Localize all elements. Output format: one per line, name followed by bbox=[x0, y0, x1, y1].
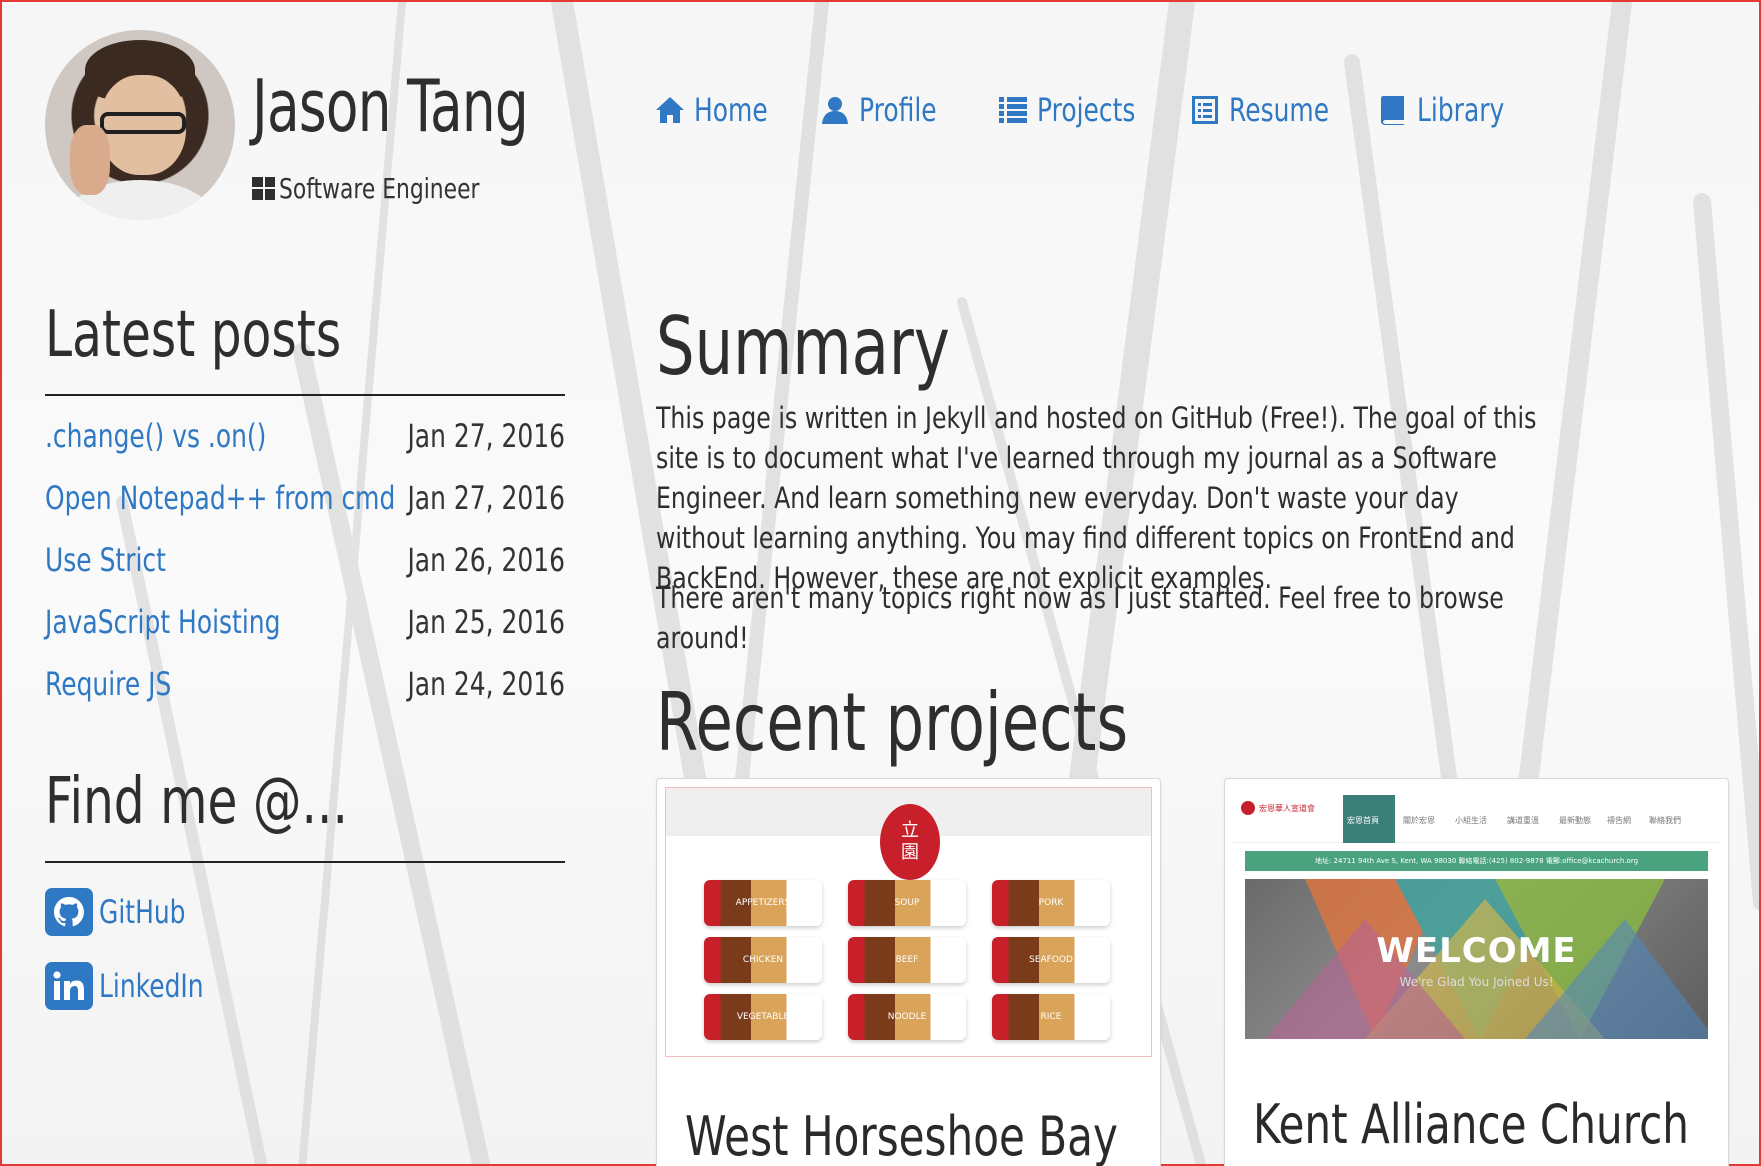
menu-tile: SOUP bbox=[848, 880, 966, 926]
post-link[interactable]: .change() vs .on() bbox=[45, 417, 266, 455]
linkedin-icon bbox=[45, 962, 93, 1010]
menu-tile: APPETIZERS bbox=[704, 880, 822, 926]
project-thumbnail: 立 園 APPETIZERS SOUP PORK CHICKEN BEEF SE… bbox=[665, 787, 1152, 1057]
list-item: JavaScript Hoisting Jan 25, 2016 bbox=[45, 603, 565, 647]
menu-tile: NOODLE bbox=[848, 994, 966, 1040]
linkedin-label: LinkedIn bbox=[99, 967, 204, 1005]
restaurant-logo: 立 園 bbox=[880, 804, 940, 880]
linkedin-link[interactable]: LinkedIn bbox=[45, 962, 233, 1010]
post-link[interactable]: Open Notepad++ from cmd bbox=[45, 479, 395, 517]
thumbnail-hero-subtitle: We're Glad You Joined Us! bbox=[1399, 975, 1554, 989]
post-link[interactable]: JavaScript Hoisting bbox=[45, 603, 280, 641]
list-item: Use Strict Jan 26, 2016 bbox=[45, 541, 565, 585]
nav-profile[interactable]: Profile bbox=[820, 88, 959, 132]
menu-tile: VEGETABLE bbox=[704, 994, 822, 1040]
role-text: Software Engineer bbox=[279, 171, 480, 205]
list-item: .change() vs .on() Jan 27, 2016 bbox=[45, 417, 565, 461]
role-line: Software Engineer bbox=[252, 171, 536, 205]
windows-icon bbox=[252, 176, 275, 200]
nav-profile-label: Profile bbox=[859, 91, 937, 129]
nav-library-label: Library bbox=[1417, 91, 1505, 129]
avatar bbox=[45, 30, 235, 220]
thumbnail-address-bar: 地址: 24711 94th Ave S, Kent, WA 98030 聯絡電… bbox=[1245, 851, 1708, 871]
post-date: Jan 25, 2016 bbox=[407, 603, 565, 641]
nav-resume[interactable]: Resume bbox=[1190, 88, 1357, 132]
github-label: GitHub bbox=[99, 893, 186, 931]
find-me-heading: Find me @... bbox=[45, 765, 348, 839]
nav-home-label: Home bbox=[694, 91, 768, 129]
thumbnail-hero: WELCOME We're Glad You Joined Us! bbox=[1245, 879, 1708, 1039]
post-date: Jan 24, 2016 bbox=[407, 665, 565, 703]
thumbnail-nav: 宏恩華人宣道會 宏恩首頁 關於宏恩 小組生活 講道重溫 最新動態 禱告網 聯絡我… bbox=[1233, 787, 1720, 843]
nav-resume-label: Resume bbox=[1229, 91, 1330, 129]
latest-posts-heading: Latest posts bbox=[45, 298, 342, 372]
divider bbox=[45, 394, 565, 396]
post-link[interactable]: Use Strict bbox=[45, 541, 166, 579]
github-link[interactable]: GitHub bbox=[45, 888, 210, 936]
thumbnail-hero-title: WELCOME bbox=[1376, 931, 1577, 971]
nav-projects[interactable]: Projects bbox=[998, 88, 1163, 132]
github-icon bbox=[45, 888, 93, 936]
site-title: Jason Tang bbox=[252, 64, 529, 148]
church-logo-icon bbox=[1241, 801, 1255, 815]
summary-paragraph-2: There aren't many topics right now as I … bbox=[656, 581, 1504, 655]
divider bbox=[45, 861, 565, 863]
post-date: Jan 27, 2016 bbox=[407, 479, 565, 517]
nav-projects-label: Projects bbox=[1037, 91, 1136, 129]
nav-home[interactable]: Home bbox=[655, 88, 789, 132]
summary-paragraph: This page is written in Jekyll and hoste… bbox=[656, 401, 1537, 595]
summary-heading: Summary bbox=[656, 300, 950, 393]
menu-tile: CHICKEN bbox=[704, 937, 822, 983]
user-icon bbox=[820, 95, 850, 125]
post-date: Jan 26, 2016 bbox=[407, 541, 565, 579]
post-date: Jan 27, 2016 bbox=[407, 417, 565, 455]
menu-tile: RICE bbox=[992, 994, 1110, 1040]
document-icon bbox=[1190, 95, 1220, 125]
recent-projects-heading: Recent projects bbox=[656, 676, 1129, 769]
list-item: Require JS Jan 24, 2016 bbox=[45, 665, 565, 709]
project-title[interactable]: Kent Alliance Church bbox=[1253, 1095, 1689, 1155]
project-card[interactable]: 宏恩華人宣道會 宏恩首頁 關於宏恩 小組生活 講道重溫 最新動態 禱告網 聯絡我… bbox=[1224, 778, 1729, 1166]
home-icon bbox=[655, 95, 685, 125]
book-icon bbox=[1378, 95, 1408, 125]
menu-tile: SEAFOOD bbox=[992, 937, 1110, 983]
menu-tile: BEEF bbox=[848, 937, 966, 983]
menu-tile: PORK bbox=[992, 880, 1110, 926]
list-item: Open Notepad++ from cmd Jan 27, 2016 bbox=[45, 479, 565, 523]
project-card[interactable]: 立 園 APPETIZERS SOUP PORK CHICKEN BEEF SE… bbox=[656, 778, 1161, 1166]
nav-library[interactable]: Library bbox=[1378, 88, 1529, 132]
project-title[interactable]: West Horseshoe Bay bbox=[685, 1107, 1118, 1166]
project-thumbnail: 宏恩華人宣道會 宏恩首頁 關於宏恩 小組生活 講道重溫 最新動態 禱告網 聯絡我… bbox=[1233, 787, 1720, 1057]
post-link[interactable]: Require JS bbox=[45, 665, 171, 703]
list-icon bbox=[998, 95, 1028, 125]
